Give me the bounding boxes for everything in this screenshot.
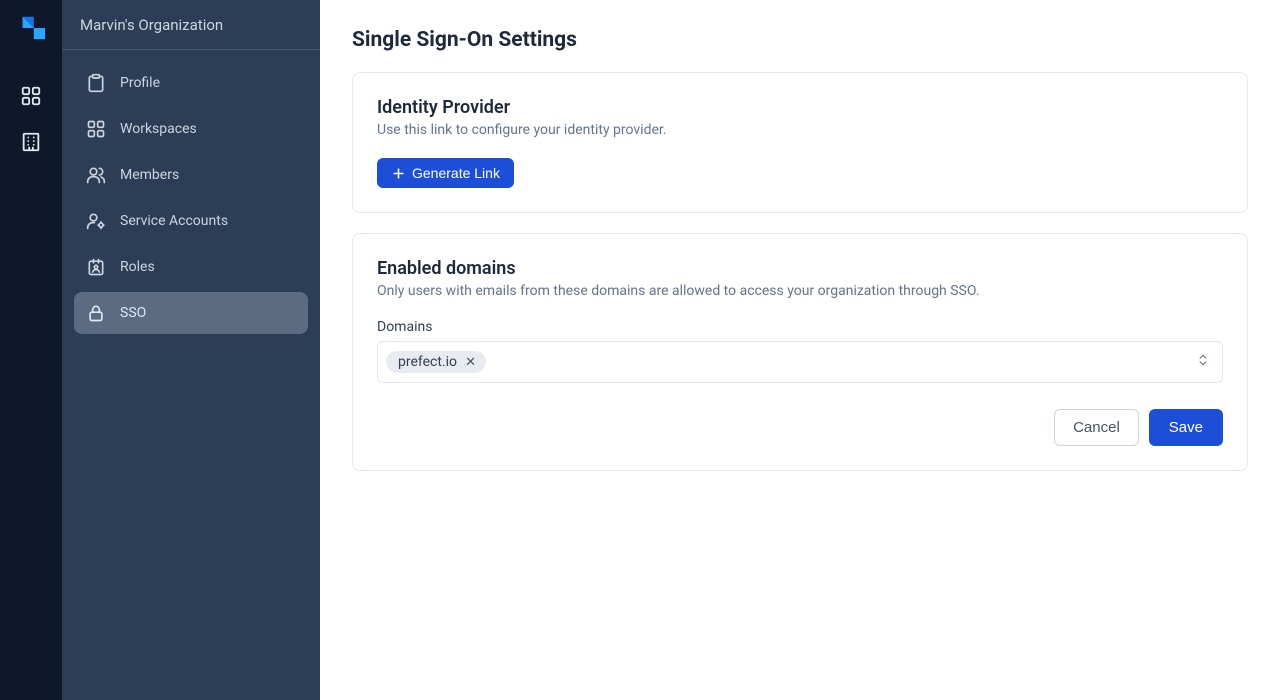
sidebar-item-label: Workspaces xyxy=(120,121,197,137)
sidebar-item-profile[interactable]: Profile xyxy=(74,62,308,104)
plus-icon xyxy=(391,166,406,181)
sidebar-item-workspaces[interactable]: Workspaces xyxy=(74,108,308,150)
sidebar-item-sso[interactable]: SSO xyxy=(74,292,308,334)
card-title: Enabled domains xyxy=(377,258,1223,279)
org-name: Marvin's Organization xyxy=(62,0,320,50)
save-button[interactable]: Save xyxy=(1149,409,1223,446)
generate-link-button[interactable]: Generate Link xyxy=(377,158,514,188)
domain-tag-label: prefect.io xyxy=(398,354,457,370)
grid-icon xyxy=(86,119,106,139)
domain-tag: prefect.io ✕ xyxy=(386,351,486,373)
lock-icon xyxy=(86,303,106,323)
remove-tag-icon[interactable]: ✕ xyxy=(463,355,478,370)
main-content: Single Sign-On Settings Identity Provide… xyxy=(320,0,1280,700)
sidebar-nav: Profile Workspaces Members xyxy=(62,50,320,346)
card-subtitle: Use this link to configure your identity… xyxy=(377,122,1223,138)
clipboard-icon xyxy=(86,73,106,93)
button-label: Generate Link xyxy=(412,165,500,181)
sidebar-item-roles[interactable]: Roles xyxy=(74,246,308,288)
sidebar-item-label: Roles xyxy=(120,259,155,275)
chevron-up-down-icon[interactable] xyxy=(1196,351,1214,373)
domains-input[interactable]: prefect.io ✕ xyxy=(377,341,1223,383)
sidebar-item-service-accounts[interactable]: Service Accounts xyxy=(74,200,308,242)
icon-rail xyxy=(0,0,62,700)
enabled-domains-card: Enabled domains Only users with emails f… xyxy=(352,233,1248,471)
sidebar-item-label: SSO xyxy=(120,305,146,321)
sidebar-item-label: Members xyxy=(120,167,179,183)
card-title: Identity Provider xyxy=(377,97,1223,118)
domains-field-label: Domains xyxy=(377,319,1223,335)
sidebar-item-label: Profile xyxy=(120,75,160,91)
sidebar: Marvin's Organization Profile Workspaces xyxy=(62,0,320,700)
card-subtitle: Only users with emails from these domain… xyxy=(377,283,1223,299)
form-actions: Cancel Save xyxy=(377,409,1223,446)
user-gear-icon xyxy=(86,211,106,231)
sidebar-item-members[interactable]: Members xyxy=(74,154,308,196)
prefect-logo-icon[interactable] xyxy=(17,14,45,42)
sidebar-item-label: Service Accounts xyxy=(120,213,228,229)
cancel-button[interactable]: Cancel xyxy=(1054,409,1139,446)
nav-workspaces-icon[interactable] xyxy=(11,76,51,116)
users-icon xyxy=(86,165,106,185)
page-title: Single Sign-On Settings xyxy=(352,28,1248,52)
identity-provider-card: Identity Provider Use this link to confi… xyxy=(352,72,1248,213)
id-badge-icon xyxy=(86,257,106,277)
nav-organization-icon[interactable] xyxy=(11,122,51,162)
